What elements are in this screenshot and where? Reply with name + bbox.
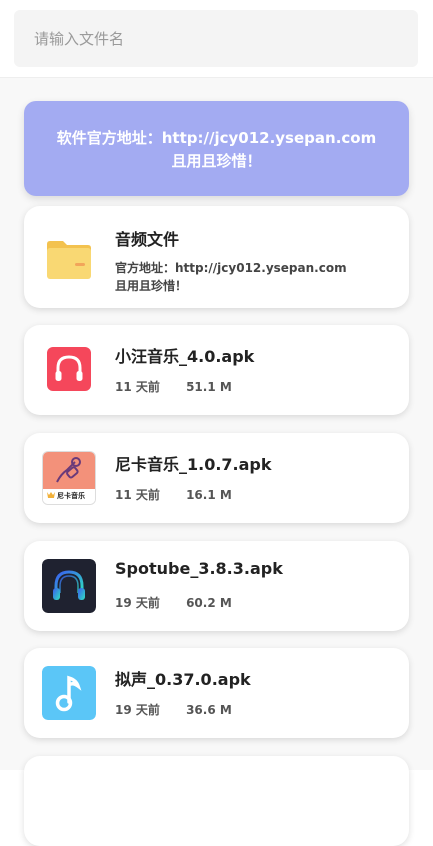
banner-line-2: 且用且珍惜！ bbox=[171, 151, 262, 170]
notice-banner: 软件官方地址：http://jcy012.ysepan.com 且用且珍惜！ bbox=[24, 101, 409, 196]
file-card[interactable]: Spotube_3.8.3.apk 19 天前 60.2 M bbox=[24, 541, 409, 631]
folder-name: 音频文件 bbox=[115, 230, 180, 249]
nika-music-app-icon: 尼卡音乐 bbox=[42, 451, 96, 505]
music-note-app-icon bbox=[42, 666, 96, 720]
nika-icon-caption: 尼卡音乐 bbox=[57, 492, 85, 500]
file-time: 19 天前 bbox=[115, 596, 160, 610]
file-card[interactable]: 拟声_0.37.0.apk 19 天前 36.6 M bbox=[24, 648, 409, 738]
file-list[interactable]: 软件官方地址：http://jcy012.ysepan.com 且用且珍惜！ 音… bbox=[0, 78, 433, 846]
file-size: 16.1 M bbox=[186, 488, 232, 502]
file-meta: 11 天前 51.1 M bbox=[115, 378, 232, 395]
folder-card-audio[interactable]: 音频文件 官方地址：http://jcy012.ysepan.com 且用且珍惜… bbox=[24, 206, 409, 308]
file-card[interactable]: 小汪音乐_4.0.apk 11 天前 51.1 M bbox=[24, 325, 409, 415]
file-name: 拟声_0.37.0.apk bbox=[115, 670, 251, 689]
search-bar bbox=[0, 0, 433, 78]
spotube-app-icon bbox=[42, 559, 96, 613]
file-meta: 11 天前 16.1 M bbox=[115, 486, 232, 503]
folder-desc-line-2: 且用且珍惜！ bbox=[115, 279, 188, 293]
file-size: 51.1 M bbox=[186, 380, 232, 394]
file-size: 36.6 M bbox=[186, 703, 232, 717]
file-name: Spotube_3.8.3.apk bbox=[115, 559, 283, 578]
file-time: 11 天前 bbox=[115, 380, 160, 394]
folder-description: 官方地址：http://jcy012.ysepan.com 且用且珍惜！ bbox=[115, 259, 347, 295]
headphones-app-icon bbox=[46, 346, 92, 392]
banner-line-1: 软件官方地址：http://jcy012.ysepan.com bbox=[56, 128, 377, 147]
file-time: 11 天前 bbox=[115, 488, 160, 502]
file-card[interactable]: 尼卡音乐 尼卡音乐_1.0.7.apk 11 天前 16.1 M bbox=[24, 433, 409, 523]
search-input[interactable] bbox=[14, 10, 418, 67]
file-meta: 19 天前 36.6 M bbox=[115, 701, 232, 718]
file-meta: 19 天前 60.2 M bbox=[115, 594, 232, 611]
file-time: 19 天前 bbox=[115, 703, 160, 717]
file-size: 60.2 M bbox=[186, 596, 232, 610]
file-name: 小汪音乐_4.0.apk bbox=[115, 347, 255, 366]
file-name: 尼卡音乐_1.0.7.apk bbox=[115, 455, 272, 474]
folder-icon bbox=[42, 232, 96, 286]
folder-desc-line-1: 官方地址：http://jcy012.ysepan.com bbox=[115, 261, 347, 275]
